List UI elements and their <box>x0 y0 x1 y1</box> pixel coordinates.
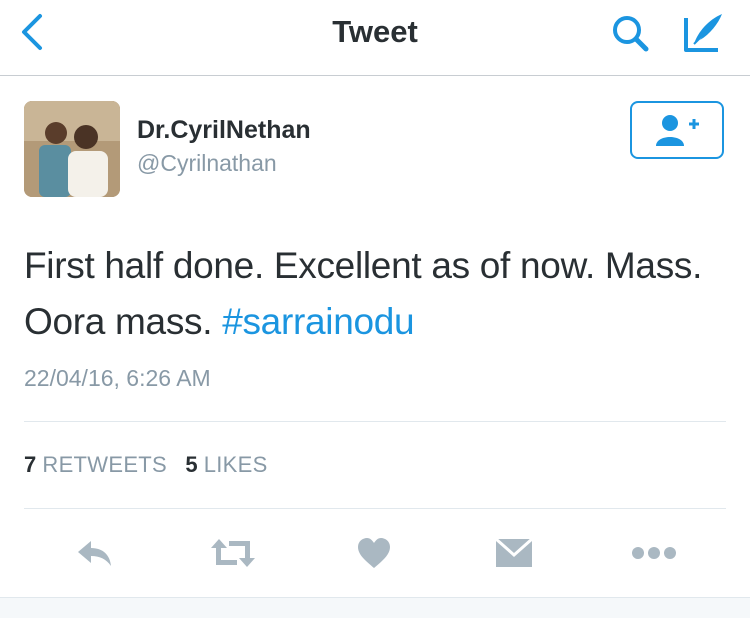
retweet-button[interactable] <box>208 530 258 576</box>
direct-message-icon <box>495 537 533 567</box>
reply-icon <box>78 541 111 566</box>
retweets-stat[interactable]: 7 RETWEETS <box>24 452 167 477</box>
back-button[interactable] <box>16 12 50 52</box>
add-user-icon <box>656 115 699 146</box>
tweet-timestamp: 22/04/16, 6:26 AM <box>24 365 211 391</box>
divider <box>24 508 726 509</box>
display-name[interactable]: Dr.CyrilNethan <box>137 116 311 145</box>
retweets-label: RETWEETS <box>42 452 167 477</box>
likes-stat[interactable]: 5 LIKES <box>185 452 267 477</box>
avatar-photo <box>24 101 120 197</box>
likes-count: 5 <box>185 452 198 477</box>
navigation-bar: Tweet <box>0 0 750 76</box>
search-icon <box>613 16 649 52</box>
tweet-stats: 7 RETWEETS 5 LIKES <box>24 452 268 478</box>
chevron-left-icon <box>22 14 42 50</box>
username-handle[interactable]: @Cyrilnathan <box>137 150 277 177</box>
compose-tweet-icon <box>684 14 722 52</box>
reply-button[interactable] <box>70 530 120 576</box>
likes-label: LIKES <box>203 452 268 477</box>
tweet-text: First half done. Excellent as of now. Ma… <box>24 238 729 350</box>
like-icon <box>358 538 390 568</box>
compose-tweet-button[interactable] <box>680 10 728 56</box>
like-button[interactable] <box>349 530 399 576</box>
more-options-button[interactable] <box>629 530 679 576</box>
direct-message-button[interactable] <box>489 530 539 576</box>
retweets-count: 7 <box>24 452 37 477</box>
hashtag-link[interactable]: #sarrainodu <box>222 301 414 342</box>
avatar[interactable] <box>24 101 120 197</box>
follow-button[interactable] <box>630 101 724 159</box>
bottom-background <box>0 597 750 618</box>
retweet-icon <box>211 539 255 567</box>
divider <box>24 421 726 422</box>
search-button[interactable] <box>608 12 656 54</box>
more-icon <box>632 547 676 559</box>
